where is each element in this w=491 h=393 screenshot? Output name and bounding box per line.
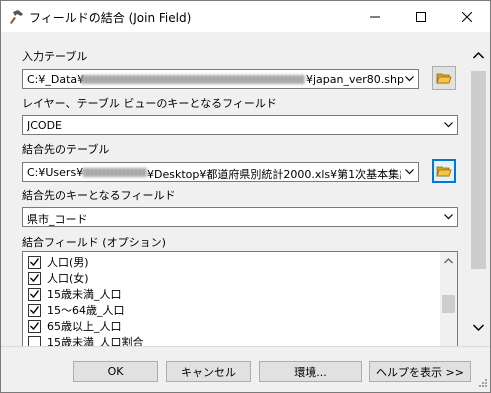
join-fields-label: 結合フィールド (オプション) (22, 236, 166, 249)
list-scrollbar[interactable] (440, 252, 457, 346)
minimize-icon (370, 16, 380, 17)
scroll-down-icon[interactable] (470, 320, 487, 336)
checkbox[interactable] (28, 287, 41, 301)
list-item[interactable]: 15～64歳_人口 (28, 302, 125, 318)
checkbox[interactable] (28, 335, 41, 346)
check-icon (30, 290, 39, 298)
close-icon (462, 11, 472, 22)
list-item[interactable]: 人口(男) (28, 254, 89, 270)
scroll-up-icon[interactable] (470, 48, 487, 64)
ok-button[interactable]: OK (73, 361, 158, 382)
join-key-label: 結合先のキーとなるフィールド (22, 189, 176, 202)
dropdown-arrow-icon[interactable] (401, 164, 417, 180)
join-fields-list[interactable]: 人口(男) 人口(女) 15歳未満_人口 15～64歳_人口 65歳以上_人口 … (22, 251, 458, 346)
checkbox[interactable] (28, 255, 41, 269)
join-table-prefix: C:¥Users¥ (27, 166, 84, 179)
input-table-prefix: C:¥_Data¥ (27, 73, 85, 86)
maximize-icon (416, 11, 426, 22)
join-key-combo[interactable]: 県市_コード (22, 207, 458, 227)
join-table-label: 結合先のテーブル (22, 143, 110, 156)
list-item[interactable]: 65歳以上_人口 (28, 318, 122, 334)
join-table-suffix: ¥Desktop¥都道府県別統計2000.xls¥第1次基本集計 (147, 168, 401, 181)
minimize-button[interactable] (352, 1, 398, 32)
list-item-label: 65歳以上_人口 (47, 320, 122, 333)
hammer-icon (10, 10, 23, 24)
input-key-value: JCODE (27, 119, 63, 132)
list-scroll-thumb[interactable] (442, 295, 455, 313)
folder-open-icon (436, 166, 452, 177)
input-key-label: レイヤー、テーブル ビューのキーとなるフィールド (22, 97, 277, 110)
list-item-label: 15～64歳_人口 (47, 304, 125, 317)
join-table-combo[interactable]: C:¥Users¥ ¥Desktop¥都道府県別統計2000.xls¥第1次基本… (22, 162, 419, 182)
checkbox[interactable] (28, 303, 41, 317)
join-key-value: 県市_コード (27, 213, 88, 226)
button-bar: OK キャンセル 環境... ヘルプを表示 >> (1, 346, 490, 392)
close-button[interactable] (444, 1, 490, 32)
dropdown-arrow-icon[interactable] (440, 209, 456, 225)
browse-join-table-button[interactable] (432, 159, 456, 183)
title-bar[interactable]: フィールドの結合 (Join Field) (1, 1, 490, 32)
input-table-label: 入力テーブル (22, 50, 88, 63)
dialog-scroll-thumb[interactable] (471, 71, 486, 269)
dropdown-arrow-icon[interactable] (440, 117, 456, 133)
checkbox[interactable] (28, 271, 41, 285)
environments-button[interactable]: 環境... (259, 361, 362, 382)
folder-open-icon (436, 73, 452, 84)
resize-grip-icon[interactable] (476, 378, 488, 390)
list-item-label: 人口(女) (47, 272, 89, 285)
check-icon (30, 258, 39, 266)
dialog-scrollbar[interactable] (470, 42, 487, 342)
maximize-button[interactable] (398, 1, 444, 32)
list-item[interactable]: 15歳未満_人口 (28, 286, 122, 302)
list-item-label: 人口(男) (47, 256, 89, 269)
scroll-up-icon[interactable] (440, 254, 457, 268)
list-item-label: 15歳未満_人口 (47, 288, 122, 301)
window-title: フィールドの結合 (Join Field) (29, 11, 192, 25)
dropdown-arrow-icon[interactable] (401, 71, 417, 87)
input-table-combo[interactable]: C:¥_Data¥ ¥japan_ver80.shp (22, 69, 419, 89)
redacted-path (83, 168, 147, 177)
show-help-button[interactable]: ヘルプを表示 >> (369, 361, 471, 382)
check-icon (30, 322, 39, 330)
list-item-label: 15歳未満_人口割合 (47, 336, 144, 346)
join-field-dialog: フィールドの結合 (Join Field) 入力テーブル C:¥_Data¥ ¥… (0, 0, 491, 393)
check-icon (30, 274, 39, 282)
check-icon (30, 306, 39, 314)
list-item[interactable]: 15歳未満_人口割合 (28, 334, 144, 346)
list-item[interactable]: 人口(女) (28, 270, 89, 286)
browse-input-table-button[interactable] (432, 66, 456, 90)
cancel-button[interactable]: キャンセル (166, 361, 251, 382)
input-key-combo[interactable]: JCODE (22, 115, 458, 135)
input-table-suffix: ¥japan_ver80.shp (306, 73, 404, 86)
dialog-content: 入力テーブル C:¥_Data¥ ¥japan_ver80.shp レイヤー、テ… (1, 32, 490, 346)
redacted-path (81, 75, 305, 84)
checkbox[interactable] (28, 319, 41, 333)
